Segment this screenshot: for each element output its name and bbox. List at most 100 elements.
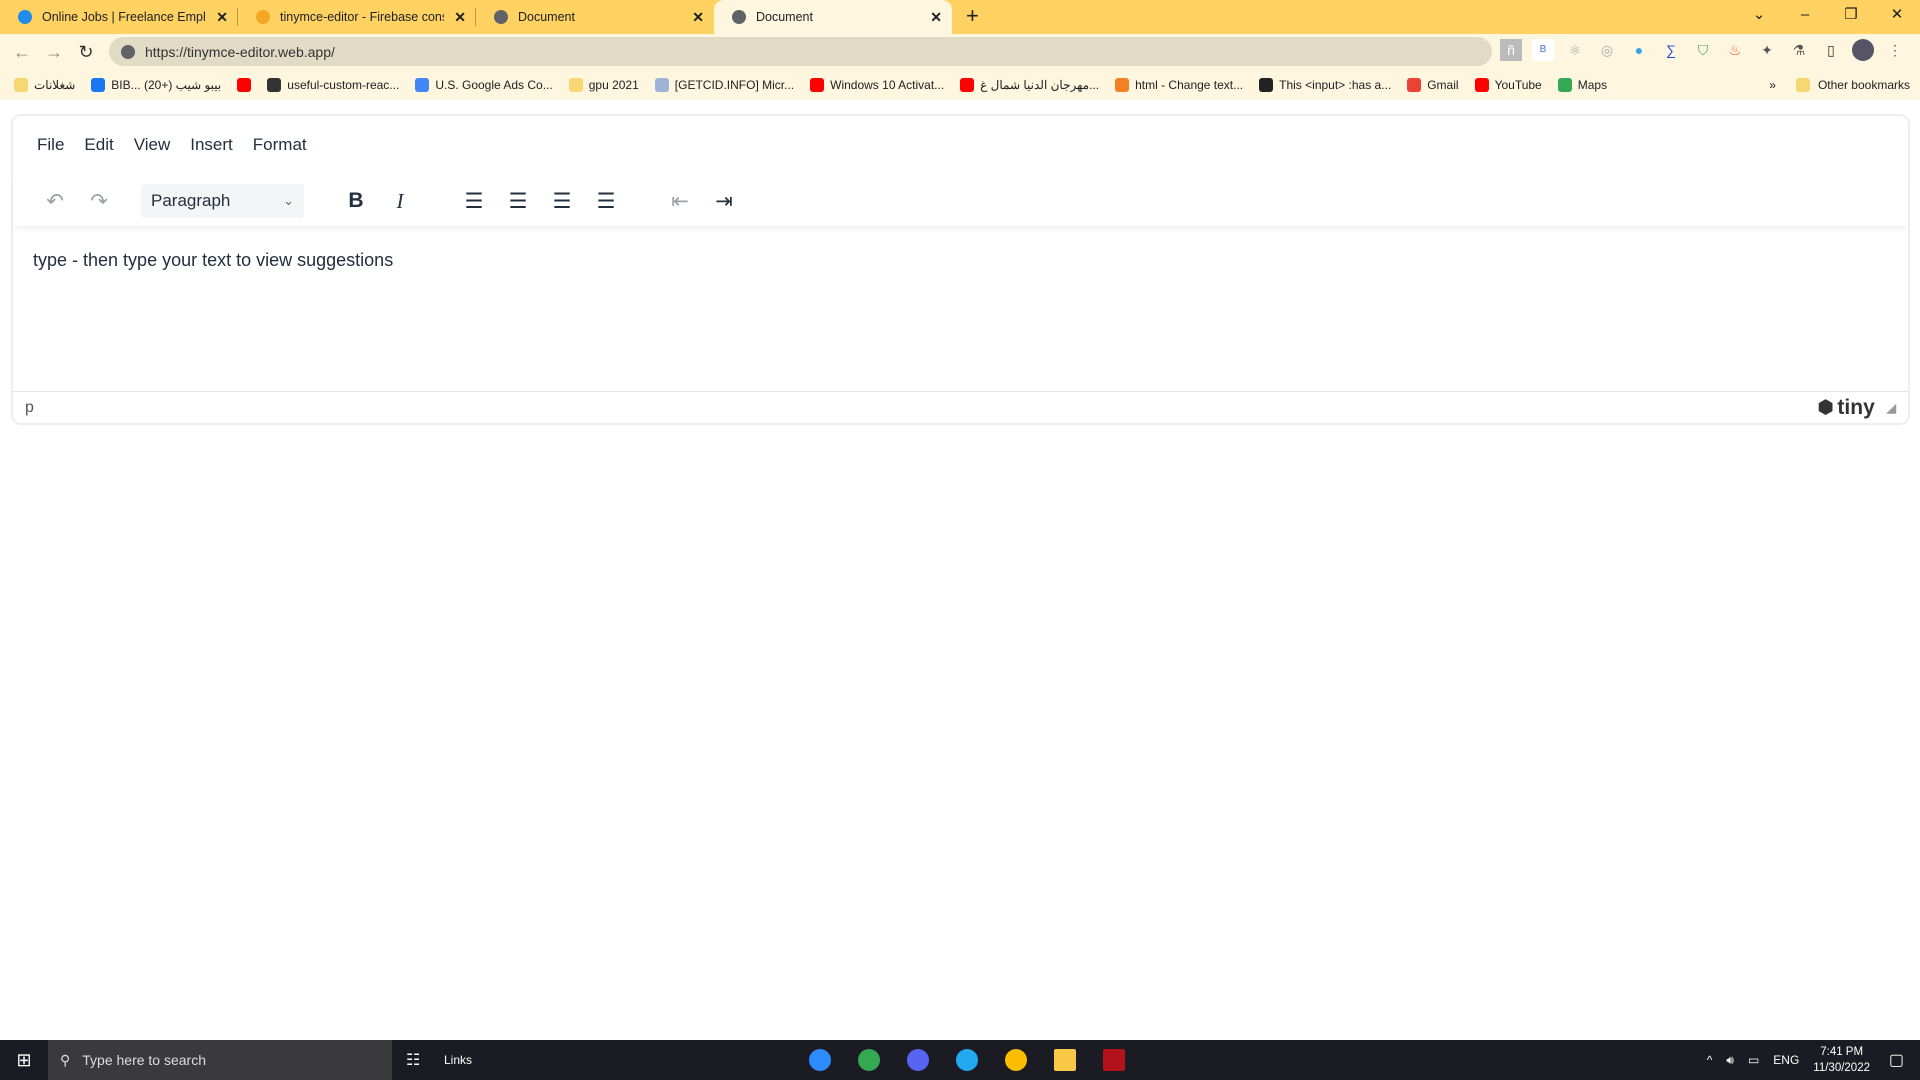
close-tab-icon[interactable]: ✕ xyxy=(216,9,228,26)
outdent-icon[interactable]: ⇤ xyxy=(658,189,702,214)
vscode-icon xyxy=(955,1049,978,1071)
search-placeholder: Type here to search xyxy=(82,1052,207,1068)
bookmark-item[interactable]: BIB... بيبو شيب (+20) xyxy=(91,78,221,92)
align-left-icon[interactable]: ☰ xyxy=(452,189,496,214)
extension-icon[interactable]: B xyxy=(1532,39,1554,61)
menu-insert[interactable]: Insert xyxy=(190,135,233,155)
react-devtools-icon[interactable]: ⚛ xyxy=(1564,39,1586,61)
taskbar-app-zoom[interactable] xyxy=(795,1040,844,1080)
bookmark-label: U.S. Google Ads Co... xyxy=(435,78,553,92)
minimize-button[interactable]: – xyxy=(1782,0,1828,30)
forward-icon[interactable]: → xyxy=(38,42,70,63)
bookmark-item[interactable]: useful-custom-reac... xyxy=(267,78,399,92)
address-bar[interactable]: https://tinymce-editor.web.app/ xyxy=(109,37,1492,66)
back-icon[interactable]: ← xyxy=(6,42,38,63)
bookmark-item[interactable]: Gmail xyxy=(1407,78,1459,92)
side-panel-icon[interactable]: ▯ xyxy=(1820,39,1842,61)
tab-document-active[interactable]: Document ✕ xyxy=(714,0,952,34)
bookmark-favicon-icon xyxy=(91,78,106,92)
bookmark-item[interactable]: مهرجان الدنيا شمال غ... xyxy=(960,78,1099,92)
windows-start-icon[interactable]: ⊞ xyxy=(0,1050,48,1071)
editor-content[interactable]: type - then type your text to view sugge… xyxy=(33,250,393,271)
task-view-icon[interactable]: ☷ xyxy=(406,1050,420,1070)
other-bookmarks[interactable]: Other bookmarks xyxy=(1818,78,1910,92)
bookmarks-bar: شغلانات BIB... بيبو شيب (+20) useful-custo… xyxy=(0,70,1920,100)
redo-icon[interactable]: ↷ xyxy=(77,189,121,214)
more-bookmarks-button[interactable]: » xyxy=(1769,78,1776,92)
bookmark-item[interactable]: U.S. Google Ads Co... xyxy=(415,78,553,92)
bookmark-item[interactable]: YouTube xyxy=(1474,78,1542,92)
tab-document[interactable]: Document ✕ xyxy=(476,0,714,34)
volume-icon[interactable]: 🔊︎ xyxy=(1726,1053,1734,1068)
tab-online-jobs[interactable]: Online Jobs | Freelance Employm ✕ xyxy=(0,0,238,34)
bookmark-item[interactable]: Windows 10 Activat... xyxy=(810,78,944,92)
search-icon: ⚲ xyxy=(60,1051,71,1068)
taskbar-app-chrome[interactable] xyxy=(844,1040,893,1080)
language-indicator[interactable]: ENG xyxy=(1773,1053,1799,1067)
taskbar-app-discord[interactable] xyxy=(893,1040,942,1080)
extension-icon[interactable]: ♨ xyxy=(1724,39,1746,61)
bookmark-item[interactable]: gpu 2021 xyxy=(568,78,639,92)
taskbar-search[interactable]: ⚲ Type here to search xyxy=(48,1040,392,1080)
clock[interactable]: 7:41 PM 11/30/2022 xyxy=(1813,1044,1870,1076)
tab-search-icon[interactable]: ⌄ xyxy=(1736,0,1782,30)
menu-icon[interactable]: ⋮ xyxy=(1884,39,1906,61)
italic-icon[interactable]: I xyxy=(378,189,422,214)
close-tab-icon[interactable]: ✕ xyxy=(930,9,942,26)
taskbar-app-chrome-canary[interactable] xyxy=(991,1040,1040,1080)
tab-firebase[interactable]: tinymce-editor - Firebase consol ✕ xyxy=(238,0,476,34)
bookmark-item[interactable]: [GETCID.INFO] Micr... xyxy=(654,78,794,92)
tiny-logo[interactable]: ⬢ tiny ◢ xyxy=(1818,396,1896,420)
resize-handle-icon[interactable]: ◢ xyxy=(1887,401,1896,415)
bookmark-item[interactable]: شغلانات xyxy=(14,78,75,92)
extension-icon[interactable]: ◎ xyxy=(1596,39,1618,61)
align-center-icon[interactable]: ☰ xyxy=(496,189,540,214)
flask-icon[interactable]: ⚗ xyxy=(1788,39,1810,61)
chevron-down-icon: ⌄ xyxy=(283,193,294,208)
bookmark-label: This <input> :has a... xyxy=(1279,78,1392,92)
bookmark-favicon-icon xyxy=(1259,78,1274,92)
block-format-select[interactable]: Paragraph ⌄ xyxy=(141,184,304,218)
bookmark-item[interactable] xyxy=(237,78,252,92)
restore-button[interactable]: ❐ xyxy=(1828,0,1874,30)
menu-edit[interactable]: Edit xyxy=(84,135,113,155)
url-text: https://tinymce-editor.web.app/ xyxy=(145,43,335,60)
extension-icon[interactable]: ñ xyxy=(1500,39,1522,61)
sigma-icon[interactable]: ∑ xyxy=(1660,39,1682,61)
tray-chevron-icon[interactable]: ^ xyxy=(1707,1053,1713,1067)
taskbar-app-app[interactable] xyxy=(1089,1040,1138,1080)
indent-icon[interactable]: ⇥ xyxy=(702,189,746,214)
new-tab-button[interactable]: + xyxy=(966,0,979,34)
tinymce-editor: File Edit View Insert Format ↶ ↷ Paragra… xyxy=(11,114,1910,425)
menu-file[interactable]: File xyxy=(37,135,64,155)
extension-icon[interactable]: ● xyxy=(1628,39,1650,61)
notifications-icon[interactable]: ▢ xyxy=(1889,1050,1904,1070)
taskbar-app-file-explorer[interactable] xyxy=(1040,1040,1089,1080)
undo-icon[interactable]: ↶ xyxy=(33,189,77,214)
avatar[interactable] xyxy=(1852,39,1874,61)
align-right-icon[interactable]: ☰ xyxy=(540,189,584,214)
network-icon[interactable]: ▭ xyxy=(1748,1053,1759,1067)
bookmark-item[interactable]: This <input> :has a... xyxy=(1259,78,1391,92)
shield-icon[interactable]: ⛉ xyxy=(1692,39,1714,61)
close-window-button[interactable]: ✕ xyxy=(1874,0,1920,30)
close-tab-icon[interactable]: ✕ xyxy=(454,9,466,26)
bold-icon[interactable]: B xyxy=(334,189,378,213)
taskbar-app-vscode[interactable] xyxy=(942,1040,991,1080)
puzzle-icon[interactable]: ✦ xyxy=(1756,39,1778,61)
bookmark-item[interactable]: Maps xyxy=(1557,78,1607,92)
links-toolbar[interactable]: Links xyxy=(444,1053,472,1067)
reload-icon[interactable]: ↻ xyxy=(70,42,102,63)
block-format-value: Paragraph xyxy=(151,191,231,210)
close-tab-icon[interactable]: ✕ xyxy=(692,9,704,26)
site-info-icon[interactable] xyxy=(121,44,135,59)
bookmark-favicon-icon xyxy=(810,78,825,92)
align-justify-icon[interactable]: ☰ xyxy=(584,189,628,214)
bookmark-item[interactable]: html - Change text... xyxy=(1115,78,1243,92)
menu-view[interactable]: View xyxy=(134,135,171,155)
chrome-icon xyxy=(857,1049,880,1071)
menu-format[interactable]: Format xyxy=(253,135,307,155)
menubar: File Edit View Insert Format xyxy=(37,135,307,155)
element-path[interactable]: p xyxy=(25,399,34,417)
toolbar: ↶ ↷ Paragraph ⌄ B I ☰ ☰ ☰ ☰ ⇤ ⇥ xyxy=(13,176,1908,226)
